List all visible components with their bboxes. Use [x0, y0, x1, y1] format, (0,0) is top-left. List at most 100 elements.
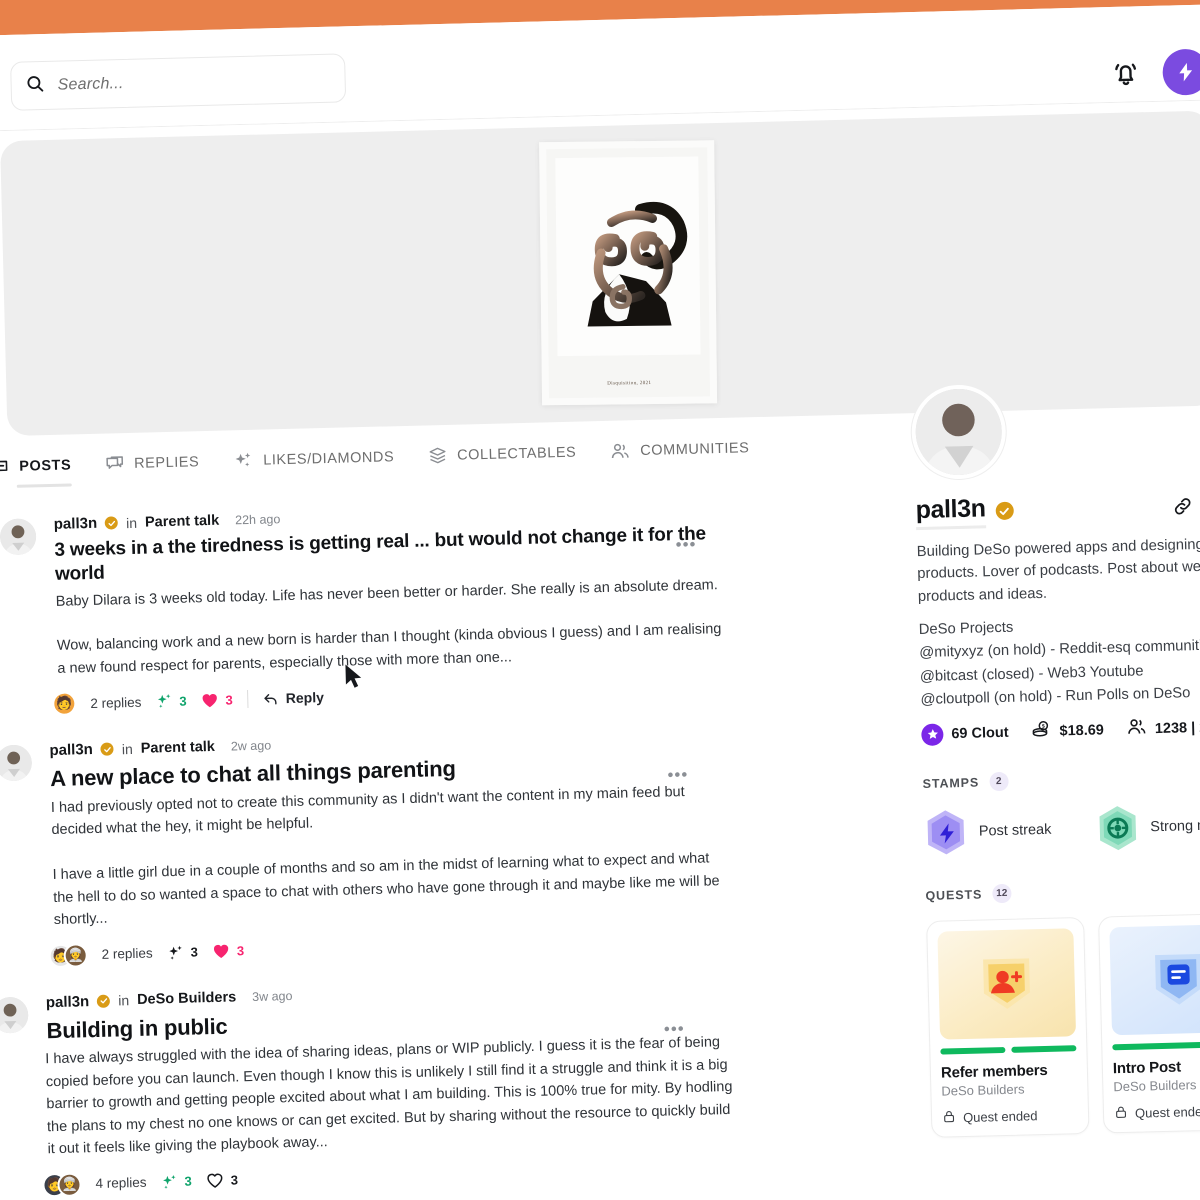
profile-name-row: pall3n: [915, 494, 1014, 531]
quests-title: QUESTS: [925, 887, 983, 903]
tab-label: POSTS: [19, 456, 72, 475]
clout-value: 69 Clout: [951, 724, 1009, 742]
post-community[interactable]: Parent talk: [145, 512, 220, 530]
post-body: I have always struggled with the idea of…: [45, 1034, 737, 1158]
diamond-count: 3: [184, 1173, 192, 1189]
followers-value: 1238 | 263: [1154, 719, 1200, 737]
quest-status: Quest ended: [942, 1106, 1078, 1126]
like-reaction[interactable]: 3: [200, 690, 233, 710]
like-reaction[interactable]: 3: [212, 941, 245, 961]
reply-avatar-stack[interactable]: 🧑 👳: [42, 1171, 82, 1197]
lightning-bolt-icon[interactable]: [1162, 48, 1200, 96]
post-author[interactable]: pall3n: [49, 741, 93, 759]
quest-status-label: Quest ended: [1134, 1103, 1200, 1121]
quest-card[interactable]: Refer members DeSo Builders Quest ended: [926, 916, 1090, 1138]
post-item[interactable]: pall3n in Parent talk 2w ago ••• A new p…: [0, 725, 733, 983]
avatar: 🧑: [52, 691, 77, 717]
stamps-title: STAMPS: [922, 775, 980, 791]
reply-button[interactable]: Reply: [262, 689, 325, 708]
post-community[interactable]: DeSo Builders: [137, 990, 236, 1009]
stamps-count: 2: [988, 771, 1009, 792]
post-author[interactable]: pall3n: [54, 515, 98, 533]
tab-label: LIKES/DIAMONDS: [263, 449, 395, 469]
artwork-caption: Disquisition, 2021: [607, 381, 652, 387]
progress-segment: [1112, 1040, 1200, 1051]
more-options-icon[interactable]: •••: [667, 765, 688, 785]
quest-title: Intro Post: [1112, 1058, 1182, 1078]
like-reaction[interactable]: 3: [205, 1170, 238, 1190]
tab-posts[interactable]: POSTS: [0, 455, 71, 476]
tab-label: COLLECTABLES: [456, 444, 577, 464]
stamps-section: STAMPS 2 Post streak Strong moderator: [922, 765, 1200, 857]
in-label: in: [118, 992, 130, 1009]
stamp-post-streak[interactable]: Post streak: [923, 806, 1052, 857]
balance-stat[interactable]: $ $18.69: [1030, 717, 1104, 744]
divider: [246, 690, 249, 709]
followers-icon: [1126, 716, 1148, 742]
search-icon: [25, 73, 45, 97]
speech-bubble-icon: [0, 457, 10, 476]
in-label: in: [121, 740, 133, 758]
post-author[interactable]: pall3n: [46, 993, 90, 1011]
diamond-reaction[interactable]: 3: [155, 692, 187, 711]
quest-progress: [1112, 1040, 1200, 1051]
diamond-reaction[interactable]: 3: [166, 943, 198, 962]
profile-projects: DeSo Projects @mityxyz (on hold) - Reddi…: [918, 619, 1200, 709]
sparkles-icon: [233, 451, 253, 471]
post-footer: 🧑 👳 2 replies 3 3: [2, 927, 732, 969]
tab-collectables[interactable]: COLLECTABLES: [428, 443, 577, 466]
like-count: 3: [225, 692, 233, 708]
post-timestamp: 3w ago: [252, 989, 293, 1005]
post-footer: 🧑 👳 4 replies 3 3: [8, 1155, 738, 1197]
quest-card[interactable]: Intro Post DeSo Builders Quest ended: [1098, 912, 1200, 1134]
quests-count: 12: [992, 883, 1012, 904]
post-body: I had previously opted not to create thi…: [50, 783, 724, 929]
clout-stat[interactable]: 69 Clout: [921, 721, 1009, 746]
avatar: 👳: [63, 942, 88, 968]
tab-replies[interactable]: REPLIES: [105, 452, 200, 473]
svg-text:$: $: [1042, 724, 1045, 730]
star-clout-icon: [921, 722, 944, 746]
mouse-pointer-icon: [343, 662, 364, 695]
lock-icon: [942, 1109, 956, 1126]
quest-title: Refer members: [940, 1061, 1048, 1082]
like-count: 3: [236, 943, 245, 959]
quest-thumbnail: [937, 928, 1077, 1040]
quest-status-label: Quest ended: [962, 1108, 1038, 1126]
followers-stat[interactable]: 1238 | 263: [1126, 714, 1200, 741]
post-item[interactable]: pall3n in Parent talk 22h ago ••• 3 week…: [0, 499, 727, 732]
verified-badge-icon: [995, 501, 1014, 521]
search-placeholder: Search...: [57, 74, 124, 94]
diamond-reaction[interactable]: 3: [160, 1172, 192, 1191]
shield-hex-icon: [1095, 804, 1140, 853]
search-input[interactable]: Search...: [10, 53, 347, 111]
layers-icon: [428, 446, 447, 465]
more-options-icon[interactable]: •••: [675, 535, 696, 555]
quest-subtitle: DeSo Builders: [941, 1081, 1025, 1099]
like-count: 3: [230, 1172, 239, 1188]
tab-likes-diamonds[interactable]: LIKES/DIAMONDS: [233, 447, 394, 471]
link-icon[interactable]: [1171, 495, 1194, 523]
post-timestamp: 2w ago: [230, 738, 272, 754]
quest-status: Quest ended: [1114, 1102, 1200, 1122]
reply-avatar-stack[interactable]: 🧑: [52, 691, 77, 717]
tab-communities[interactable]: COMMUNITIES: [610, 438, 750, 462]
quest-subtitle: DeSo Builders: [1113, 1077, 1197, 1095]
lightning-hex-icon: [923, 808, 968, 857]
more-options-icon[interactable]: •••: [664, 1019, 685, 1039]
quests-section: QUESTS 12 Refer members DeSo Builders Qu…: [925, 878, 1200, 1138]
stamps-list: Post streak Strong moderator: [923, 800, 1200, 857]
reply-count[interactable]: 4 replies: [95, 1175, 146, 1191]
reply-avatar-stack[interactable]: 🧑 👳: [48, 942, 88, 968]
tab-label: REPLIES: [133, 453, 200, 472]
coins-icon: $: [1030, 719, 1052, 745]
reply-count[interactable]: 2 replies: [90, 695, 141, 711]
bell-icon[interactable]: [1110, 58, 1141, 89]
diamond-count: 3: [179, 693, 187, 709]
post-community[interactable]: Parent talk: [141, 739, 216, 757]
stamp-strong-moderator[interactable]: Strong moderator: [1095, 800, 1200, 852]
page-title: pall3n: [915, 494, 987, 531]
reply-count[interactable]: 2 replies: [101, 946, 152, 962]
post-item[interactable]: pall3n in DeSo Builders 3w ago ••• Build…: [0, 977, 739, 1200]
profile-bio: Building DeSo powered apps and designing…: [916, 536, 1200, 606]
